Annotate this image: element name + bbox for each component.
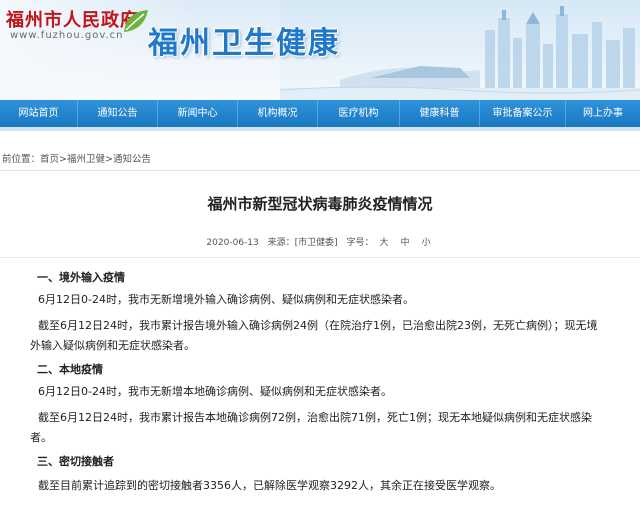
main-nav: 网站首页 通知公告 新闻中心 机构概况 医疗机构 健康科普 审批备案公示 网上办…	[0, 100, 640, 127]
font-size-large-button[interactable]: 大	[380, 238, 389, 248]
divider	[0, 257, 640, 258]
article-title: 福州市新型冠状病毒肺炎疫情情况	[207, 195, 433, 213]
header-banner: 福州市人民政府 www.fuzhou.gov.cn 福州卫生健康	[0, 0, 640, 100]
paragraph-continuation: 外输入疑似病例和无症状感染者。	[30, 339, 195, 352]
breadcrumb-home[interactable]: 首页	[40, 154, 59, 165]
breadcrumb-notices[interactable]: 通知公告	[113, 154, 151, 165]
leaf-emblem-icon	[124, 10, 148, 32]
article-body: 一、境外输入疫情 6月12日0-24时，我市无新增境外输入确诊病例、疑似病例和无…	[0, 268, 640, 496]
site-url: www.fuzhou.gov.cn	[10, 30, 124, 41]
article-meta: 2020-06-13 来源：[市卫健委] 字号： 大 中 小	[0, 235, 640, 248]
font-size-medium-button[interactable]: 中	[401, 238, 410, 248]
nav-item-online-services[interactable]: 网上办事	[566, 100, 640, 127]
nav-item-notices[interactable]: 通知公告	[78, 100, 158, 127]
breadcrumb-fuzhou-health[interactable]: 福州卫健	[67, 154, 105, 165]
section-heading: 二、本地疫情	[37, 363, 103, 376]
font-size-label: 字号：	[346, 238, 374, 248]
breadcrumb: 前位置：首页>福州卫健>通知公告	[2, 151, 151, 165]
breadcrumb-separator: >	[59, 154, 67, 165]
paragraph-continuation: 者。	[30, 431, 52, 444]
paragraph: 6月12日0-24时，我市无新增本地确诊病例、疑似病例和无症状感染者。	[38, 385, 392, 398]
brand-title: 福州卫生健康	[148, 26, 340, 61]
section-heading: 一、境外输入疫情	[37, 271, 125, 284]
paragraph: 截至6月12日24时，我市累计报告境外输入确诊病例24例（在院治疗1例，已治愈出…	[38, 319, 598, 332]
nav-item-about[interactable]: 机构概况	[238, 100, 318, 127]
paragraph: 截至目前累计追踪到的密切接触者3356人，已解除医学观察3292人，其余正在接受…	[38, 479, 501, 492]
article-date: 2020-06-13	[206, 238, 259, 248]
nav-item-medical[interactable]: 医疗机构	[318, 100, 400, 127]
breadcrumb-separator: >	[105, 154, 113, 165]
breadcrumb-prefix: 前位置：	[2, 154, 41, 165]
nav-item-approval[interactable]: 审批备案公示	[480, 100, 566, 127]
paragraph: 截至6月12日24时，我市累计报告本地确诊病例72例，治愈出院71例，死亡1例；…	[38, 411, 592, 424]
nav-item-news[interactable]: 新闻中心	[158, 100, 238, 127]
font-size-small-button[interactable]: 小	[422, 238, 431, 248]
paragraph: 6月12日0-24时，我市无新增境外输入确诊病例、疑似病例和无症状感染者。	[38, 293, 414, 306]
article-source: 来源：[市卫健委]	[267, 238, 338, 248]
section-heading: 三、密切接触者	[37, 455, 114, 468]
divider	[0, 170, 640, 171]
nav-underline	[0, 127, 640, 131]
nav-item-home[interactable]: 网站首页	[0, 100, 78, 127]
nav-item-health[interactable]: 健康科普	[400, 100, 480, 127]
